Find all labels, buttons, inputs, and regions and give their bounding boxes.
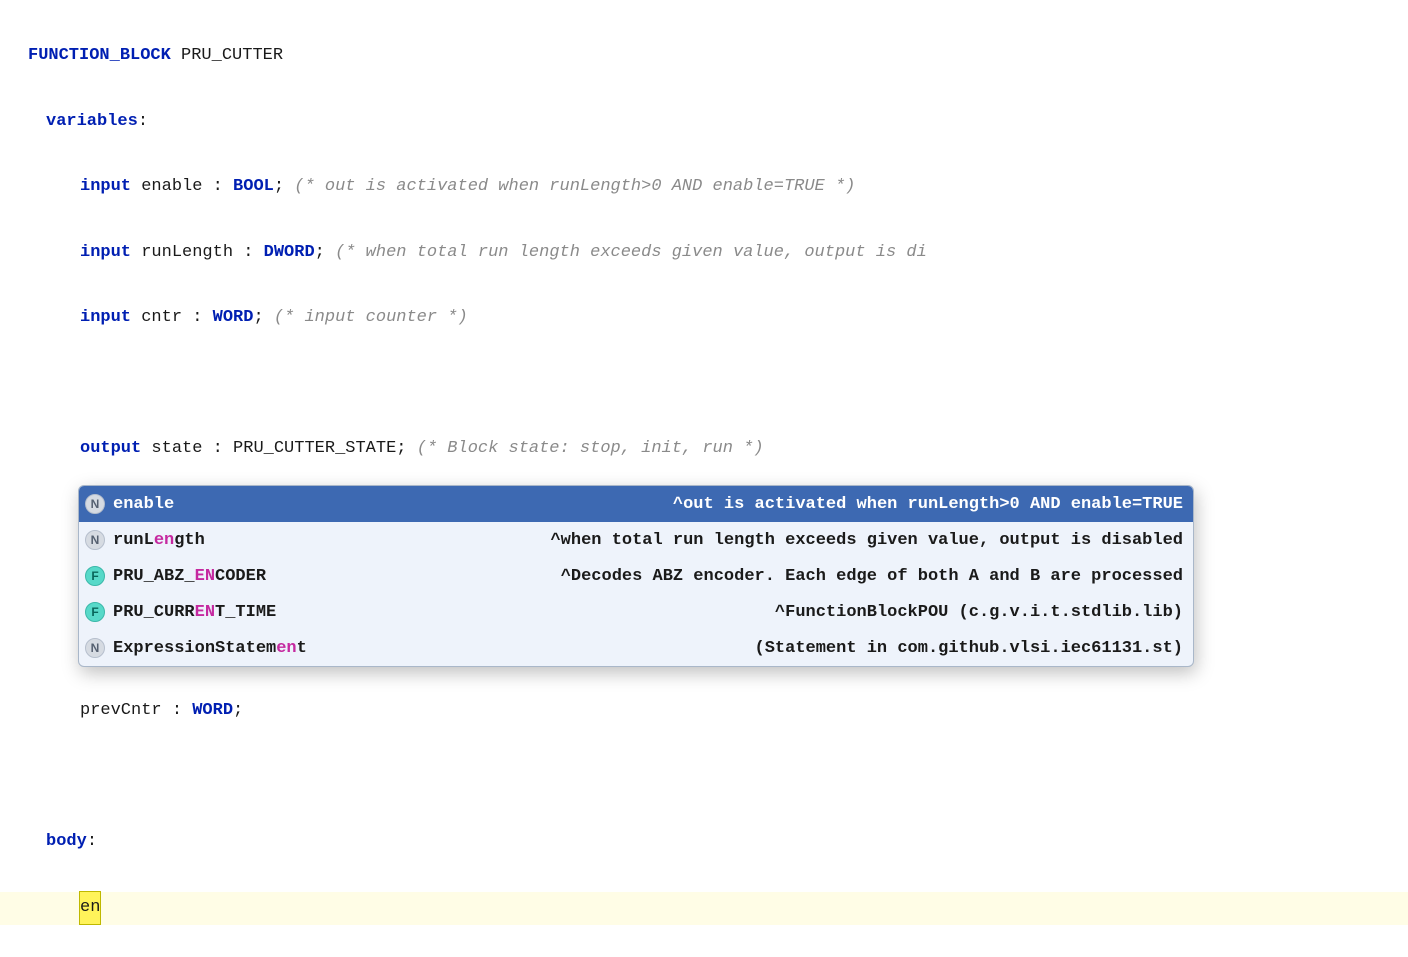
function-icon: F — [85, 566, 105, 586]
completion-name: enable — [113, 496, 174, 513]
completion-hint: ^when total run length exceeds given val… — [550, 532, 1183, 549]
code-line: body: — [46, 826, 1408, 859]
node-icon: N — [85, 638, 105, 658]
completion-item[interactable]: NrunLength ^when total run length exceeds… — [79, 522, 1193, 558]
completion-name: ExpressionStatement — [113, 640, 307, 657]
completion-hint: (Statement in com.github.vlsi.iec61131.s… — [755, 640, 1183, 657]
code-line: prevCntr : WORD; — [80, 695, 1408, 728]
completion-name: runLength — [113, 532, 205, 549]
node-icon: N — [85, 494, 105, 514]
code-line: input runLength : DWORD; (* when total r… — [80, 237, 1408, 270]
completion-item[interactable]: Nenable ^out is activated when runLength>… — [79, 486, 1193, 522]
code-line: FUNCTION_BLOCK PRU_CUTTER — [28, 40, 1408, 73]
autocomplete-popup[interactable]: Nenable ^out is activated when runLength>… — [78, 485, 1194, 667]
code-line — [28, 368, 1408, 401]
completion-name: PRU_CURRENT_TIME — [113, 604, 276, 621]
code-line: variables: — [46, 106, 1408, 139]
completion-item[interactable]: F PRU_CURRENT_TIME ^FunctionBlockPOU (c.g.… — [79, 594, 1193, 630]
completion-item[interactable]: F PRU_ABZ_ENCODER ^Decodes ABZ encoder. Ea… — [79, 558, 1193, 594]
completion-hint: ^Decodes ABZ encoder. Each edge of both … — [561, 568, 1183, 585]
completion-name: PRU_ABZ_ENCODER — [113, 568, 266, 585]
completion-hint: ^out is activated when runLength>0 AND e… — [673, 496, 1183, 513]
completion-item[interactable]: N ExpressionStatement (Statement in com.gi… — [79, 630, 1193, 666]
function-icon: F — [85, 602, 105, 622]
code-line — [28, 761, 1408, 794]
code-editor[interactable]: FUNCTION_BLOCK PRU_CUTTER variables: inp… — [0, 8, 1408, 957]
code-line: input enable : BOOL; (* out is activated… — [80, 171, 1408, 204]
code-line: input cntr : WORD; (* input counter *) — [80, 302, 1408, 335]
current-line[interactable]: en — [0, 892, 1408, 925]
code-line: output state : PRU_CUTTER_STATE; (* Bloc… — [80, 433, 1408, 466]
node-icon: N — [85, 530, 105, 550]
completion-hint: ^FunctionBlockPOU (c.g.v.i.t.stdlib.lib) — [775, 604, 1183, 621]
typed-text: en — [80, 892, 100, 924]
